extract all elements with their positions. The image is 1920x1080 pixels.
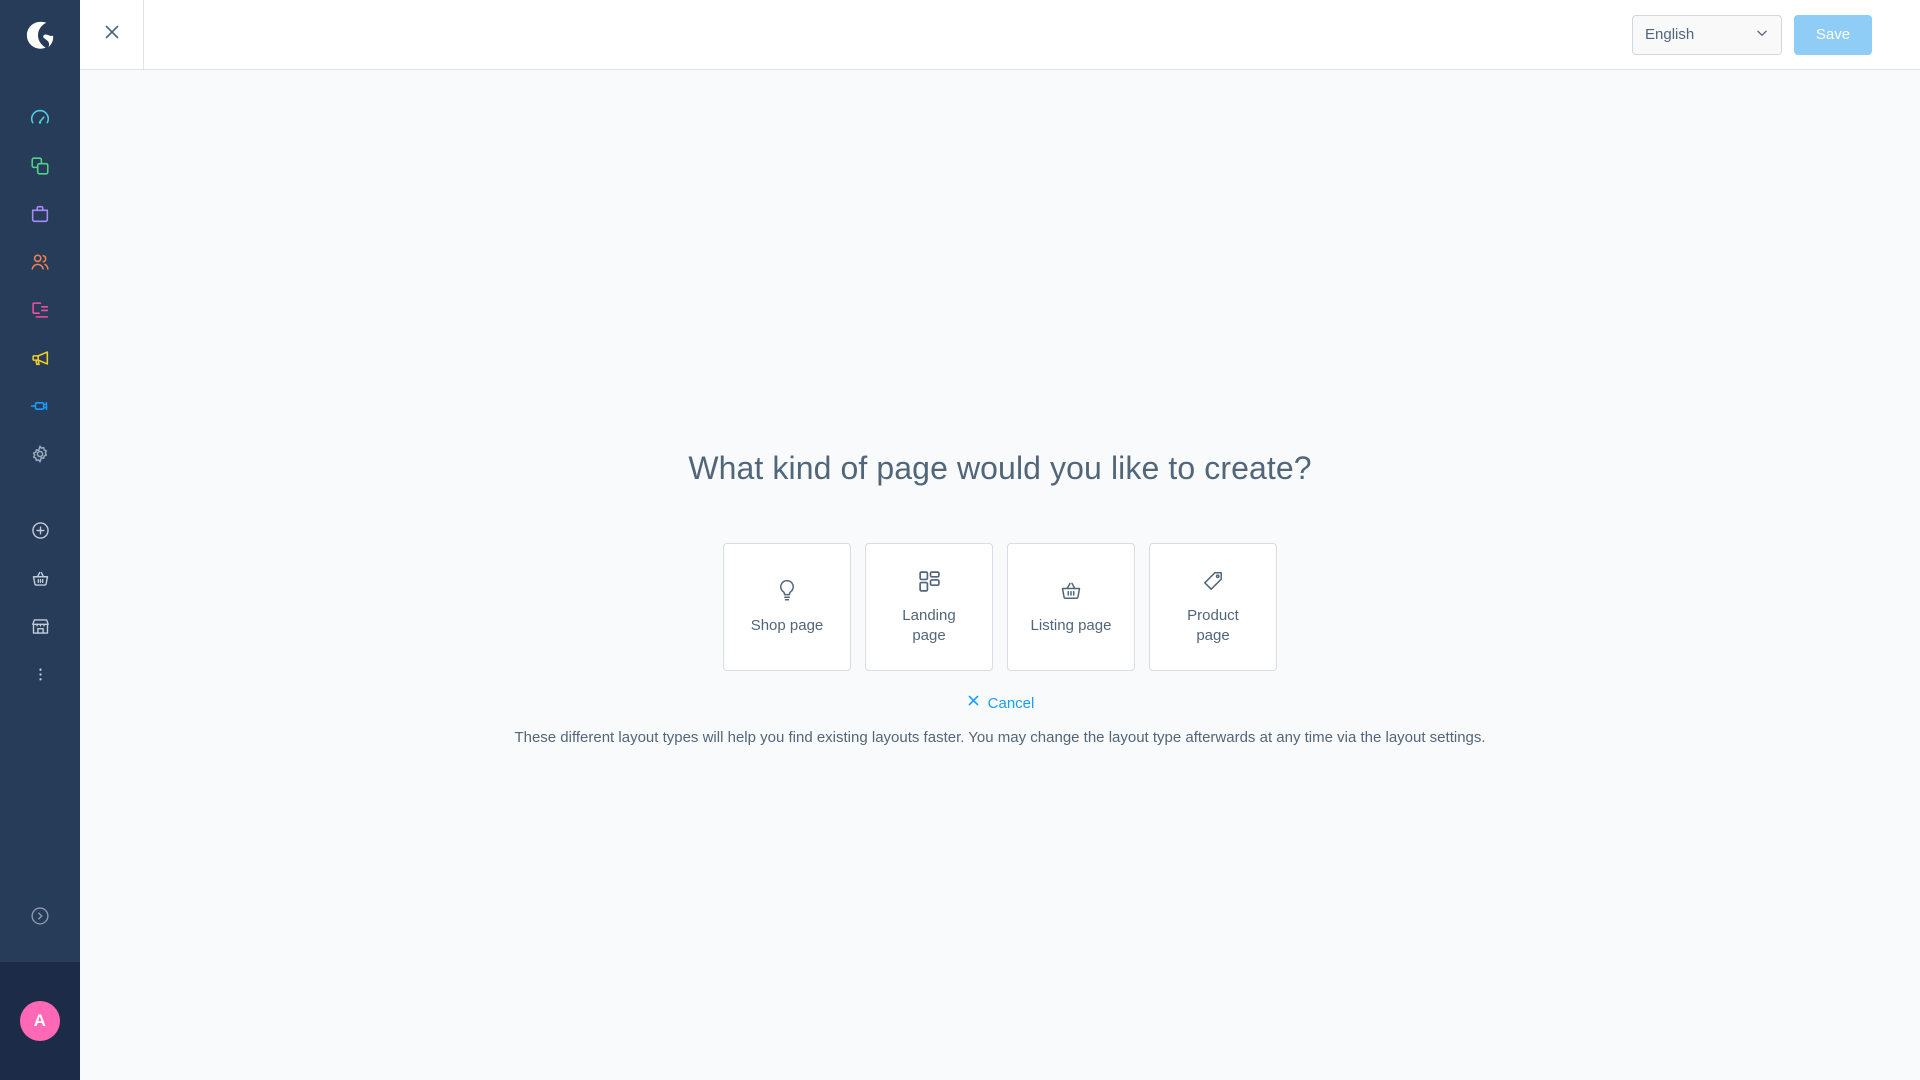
sidebar-item-settings[interactable] bbox=[0, 430, 80, 478]
lightbulb-icon bbox=[775, 578, 799, 604]
layout-type-description: These different layout types will help y… bbox=[514, 729, 1486, 746]
sidebar-item-marketing[interactable] bbox=[0, 334, 80, 382]
close-button[interactable] bbox=[80, 0, 144, 69]
card-label: Landing page bbox=[902, 607, 956, 644]
basket-icon bbox=[1059, 578, 1083, 604]
topbar: English Save bbox=[80, 0, 1920, 70]
cancel-button[interactable]: Cancel bbox=[966, 693, 1035, 713]
card-landing-page[interactable]: Landing page bbox=[865, 543, 993, 671]
expand-sidebar-button[interactable] bbox=[0, 874, 80, 962]
sidebar-item-storefront-basket[interactable] bbox=[0, 554, 80, 602]
users-icon bbox=[29, 251, 51, 273]
card-shop-page[interactable]: Shop page bbox=[723, 543, 851, 671]
user-avatar-zone[interactable]: A bbox=[0, 962, 80, 1080]
topbar-actions: English Save bbox=[1632, 0, 1920, 69]
sidebar-item-customers[interactable] bbox=[0, 238, 80, 286]
plug-icon bbox=[29, 395, 51, 417]
page-title: What kind of page would you like to crea… bbox=[688, 450, 1312, 486]
layout-type-cards: Shop page Landing page Listing page Prod… bbox=[723, 543, 1277, 671]
sidebar-item-extensions[interactable] bbox=[0, 382, 80, 430]
chevron-down-icon bbox=[1755, 26, 1769, 44]
app-root: A English Save What kind of page would y… bbox=[0, 0, 1920, 1080]
sidebar-secondary-nav bbox=[0, 506, 80, 698]
blocks-grid-icon bbox=[917, 568, 942, 594]
sidebar-item-catalogues[interactable] bbox=[0, 142, 80, 190]
close-icon bbox=[101, 21, 123, 48]
gear-icon bbox=[29, 443, 51, 465]
shopware-logo[interactable] bbox=[0, 0, 80, 70]
topbar-title bbox=[144, 0, 1632, 69]
card-listing-page[interactable]: Listing page bbox=[1007, 543, 1135, 671]
page-content: What kind of page would you like to crea… bbox=[80, 70, 1920, 1080]
card-label: Product page bbox=[1187, 607, 1239, 644]
chevron-right-circle-icon bbox=[29, 905, 51, 932]
gauge-icon bbox=[29, 107, 51, 129]
cancel-label: Cancel bbox=[987, 694, 1035, 712]
main-area: English Save What kind of page would you… bbox=[80, 0, 1920, 1080]
briefcase-icon bbox=[29, 203, 51, 225]
basket-icon bbox=[30, 568, 51, 589]
sidebar-item-store[interactable] bbox=[0, 602, 80, 650]
content-list-icon bbox=[29, 299, 51, 321]
sidebar-primary-nav bbox=[0, 94, 80, 478]
sidebar-item-orders[interactable] bbox=[0, 190, 80, 238]
language-select-value: English bbox=[1645, 26, 1695, 43]
sidebar-item-add[interactable] bbox=[0, 506, 80, 554]
plus-circle-icon bbox=[30, 520, 51, 541]
avatar[interactable]: A bbox=[20, 1001, 60, 1041]
more-vertical-icon bbox=[30, 664, 51, 685]
card-label: Listing page bbox=[1030, 617, 1112, 634]
language-select[interactable]: English bbox=[1632, 14, 1782, 55]
save-button[interactable]: Save bbox=[1794, 14, 1872, 55]
copy-squares-icon bbox=[29, 155, 51, 177]
card-product-page[interactable]: Product page bbox=[1149, 543, 1277, 671]
sidebar: A bbox=[0, 0, 80, 1080]
megaphone-icon bbox=[29, 347, 51, 369]
tag-icon bbox=[1201, 568, 1225, 594]
sidebar-item-more[interactable] bbox=[0, 650, 80, 698]
sidebar-item-content[interactable] bbox=[0, 286, 80, 334]
shop-icon bbox=[30, 616, 51, 637]
sidebar-item-dashboard[interactable] bbox=[0, 94, 80, 142]
close-x-icon bbox=[966, 693, 981, 713]
card-label: Shop page bbox=[750, 617, 824, 634]
